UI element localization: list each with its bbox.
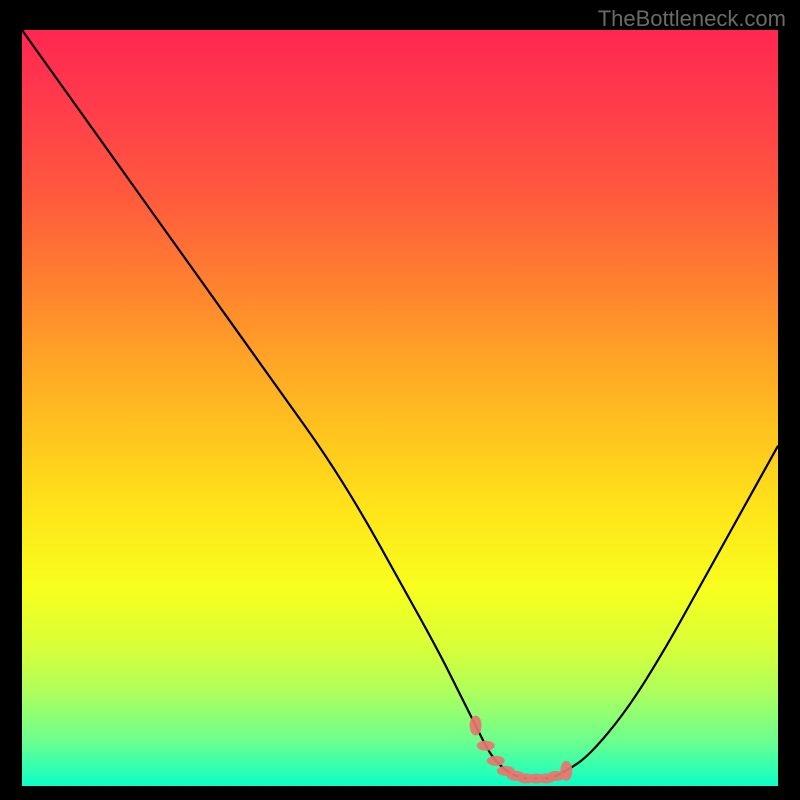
bottleneck-curve [22,30,778,778]
watermark-text: TheBottleneck.com [598,6,786,32]
valley-marker-dot [487,756,505,766]
valley-marker-group [470,716,573,784]
valley-marker-dot [477,741,495,751]
valley-marker-dot [470,716,482,736]
chart-plot-area [22,30,778,786]
chart-curve-svg [22,30,778,786]
valley-marker-dot [560,761,572,781]
